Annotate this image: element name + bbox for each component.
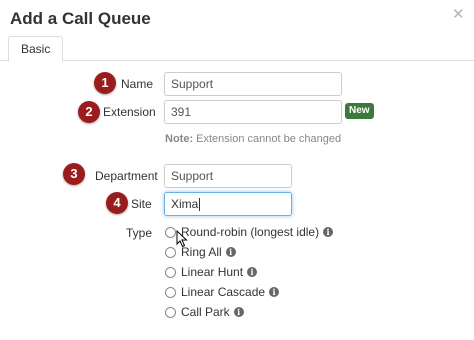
- radio-button[interactable]: [165, 266, 176, 278]
- note-bold: Note:: [165, 133, 194, 145]
- option-label: Round-robin (longest idle): [181, 225, 320, 239]
- type-label: Type: [126, 226, 153, 240]
- info-icon[interactable]: i: [269, 287, 280, 297]
- step-badge-3: 3: [63, 163, 85, 185]
- new-badge: New: [345, 103, 374, 119]
- step-badge-2: 2: [78, 101, 100, 123]
- radio-button[interactable]: [165, 306, 176, 318]
- text-caret: [199, 198, 201, 212]
- site-value: Xima: [171, 197, 199, 211]
- mouse-pointer-icon: [176, 230, 188, 248]
- option-label: Linear Cascade: [181, 285, 266, 299]
- radio-button[interactable]: [165, 246, 176, 258]
- note-text: Extension cannot be changed: [193, 133, 342, 145]
- option-label: Linear Hunt: [181, 265, 244, 279]
- info-icon[interactable]: i: [323, 227, 334, 237]
- name-field[interactable]: Support: [164, 72, 342, 96]
- extension-label: Extension: [103, 105, 156, 119]
- option-label: Call Park: [181, 305, 230, 319]
- type-option-linear-hunt[interactable]: Linear Hunt i: [165, 264, 258, 280]
- extension-field[interactable]: 391: [164, 100, 342, 124]
- step-badge-1: 1: [94, 72, 116, 94]
- dialog-title: Add a Call Queue: [10, 9, 151, 28]
- info-icon[interactable]: i: [247, 267, 258, 277]
- site-field[interactable]: Xima: [164, 192, 292, 216]
- step-badge-4: 4: [106, 192, 128, 214]
- radio-button[interactable]: [165, 226, 176, 238]
- department-field[interactable]: Support: [164, 164, 292, 188]
- type-option-round-robin[interactable]: Round-robin (longest idle) i: [165, 224, 334, 240]
- info-icon[interactable]: i: [225, 247, 236, 257]
- type-option-call-park[interactable]: Call Park i: [165, 304, 244, 320]
- department-label: Department: [95, 169, 158, 183]
- info-icon[interactable]: i: [233, 307, 244, 317]
- type-option-linear-cascade[interactable]: Linear Cascade i: [165, 284, 280, 300]
- close-icon[interactable]: ✕: [452, 5, 465, 23]
- site-label: Site: [131, 197, 152, 211]
- name-label: Name: [121, 77, 154, 91]
- tab-bar-line: [0, 60, 474, 61]
- extension-note: Note: Extension cannot be changed: [165, 133, 341, 145]
- radio-button[interactable]: [165, 286, 176, 298]
- tab-basic[interactable]: Basic: [8, 36, 64, 62]
